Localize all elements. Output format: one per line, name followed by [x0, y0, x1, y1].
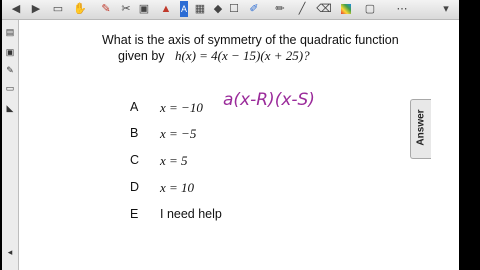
- handwritten-text: a(x-R)(x-S): [223, 90, 315, 110]
- choice-text: x = 5: [160, 153, 188, 168]
- choice-text: I need help: [160, 207, 222, 221]
- question-prefix: given by: [118, 49, 165, 63]
- line-icon[interactable]: ╱: [294, 1, 310, 17]
- choice-letter: E: [130, 207, 139, 221]
- image-icon[interactable]: ▣: [136, 1, 152, 17]
- question-line-1: What is the axis of symmetry of the quad…: [102, 33, 399, 47]
- choice-letter: C: [130, 153, 140, 167]
- gallery-icon[interactable]: ▣: [4, 46, 16, 59]
- fill-icon[interactable]: ☐: [226, 1, 242, 17]
- choice-text: x = −10: [160, 100, 203, 115]
- function-expression: h(x) = 4(x − 15)(x + 25)?: [174, 48, 310, 63]
- select-icon[interactable]: ▲: [158, 1, 174, 17]
- table-icon[interactable]: ▦: [192, 1, 208, 17]
- page-sorter-icon[interactable]: ▤: [4, 26, 16, 39]
- add-ons-icon[interactable]: ◣: [4, 102, 16, 115]
- page-icon[interactable]: ▭: [50, 1, 66, 17]
- screen-icon[interactable]: ▢: [362, 1, 378, 17]
- forward-icon[interactable]: ▶: [28, 1, 44, 17]
- answer-tab-label: Answer: [415, 109, 427, 146]
- handwritten-annotation: a(x-R)(x-S): [223, 90, 315, 110]
- back-icon[interactable]: ◀: [8, 1, 24, 17]
- more-icon[interactable]: ⋯: [394, 1, 410, 17]
- color-icon[interactable]: [338, 1, 354, 17]
- toolbar: ◀ ▶ ▭ ✋ ✎ ✂ ▣ ▲ A ▦ ◆ ☐ ✐ ✏ ╱ ⌫ ▢ ⋯ ▾: [2, 0, 459, 20]
- question-line-2: given by h(x) = 4(x − 15)(x + 25)?: [102, 48, 422, 64]
- choice-text: x = −5: [160, 126, 197, 141]
- collapse-sidebar-icon[interactable]: ◂: [4, 246, 16, 259]
- text-icon[interactable]: A: [176, 1, 192, 17]
- right-letterbox: [459, 0, 480, 270]
- sidebar: ▤ ▣ ✎ ▭ ◣ ◂: [2, 20, 19, 270]
- choice-letter: B: [130, 126, 139, 140]
- whiteboard-canvas[interactable]: What is the axis of symmetry of the quad…: [19, 20, 459, 270]
- choice-letter: D: [130, 180, 140, 194]
- attachments-icon[interactable]: ✎: [4, 64, 16, 77]
- eraser-icon[interactable]: ⌫: [316, 1, 332, 17]
- hand-icon[interactable]: ✋: [72, 1, 88, 17]
- pen-tool-icon[interactable]: ✏: [272, 1, 288, 17]
- choice-text: x = 10: [160, 180, 195, 195]
- question-text: What is the axis of symmetry of the quad…: [102, 32, 422, 64]
- choice-letter: A: [130, 100, 139, 114]
- cut-icon[interactable]: ✂: [118, 1, 134, 17]
- brush-icon[interactable]: ✐: [246, 1, 262, 17]
- shape-icon[interactable]: ◆: [210, 1, 226, 17]
- answer-tab[interactable]: Answer: [410, 99, 431, 159]
- properties-icon[interactable]: ▭: [4, 82, 16, 95]
- pen-icon[interactable]: ✎: [98, 1, 114, 17]
- menu-icon[interactable]: ▾: [438, 1, 454, 17]
